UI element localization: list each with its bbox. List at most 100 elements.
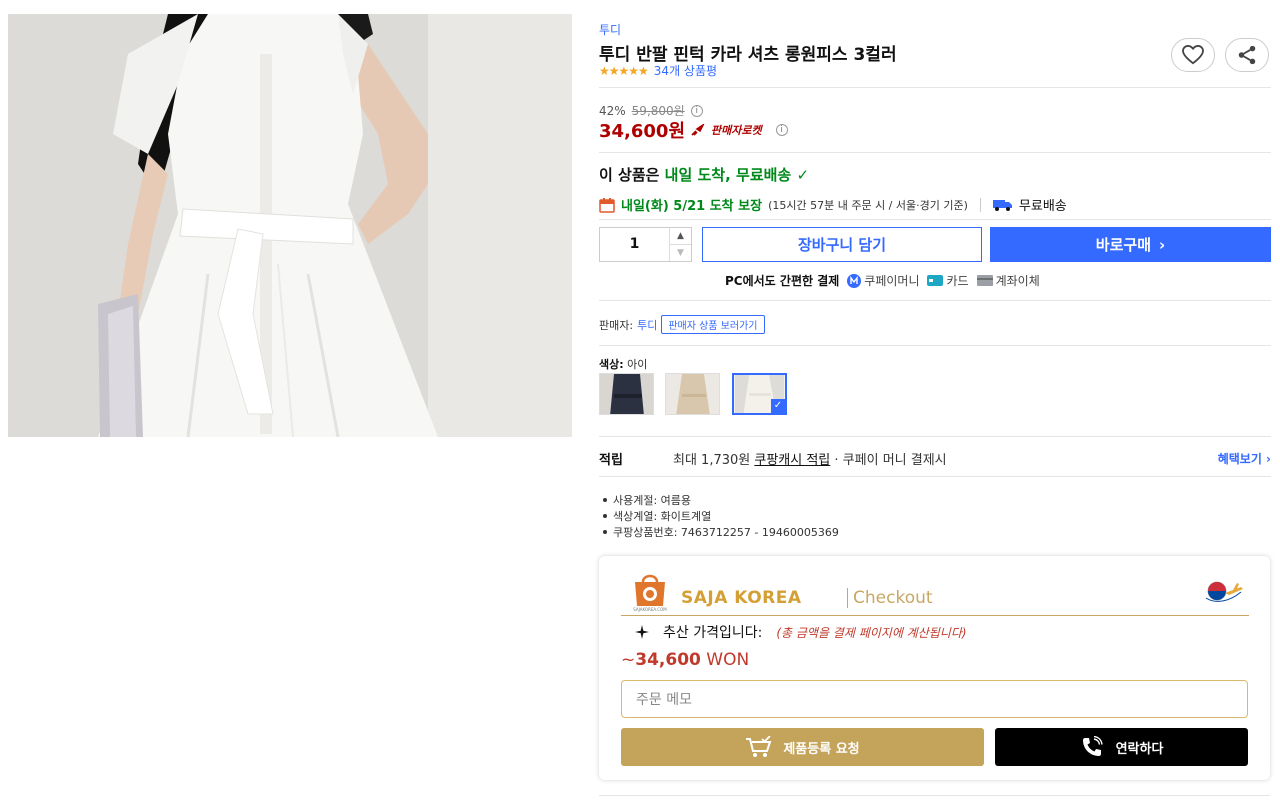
- add-to-cart-button[interactable]: 장바구니 담기: [702, 227, 982, 262]
- saja-logo-icon: SAJAKOREA.COM: [633, 574, 667, 612]
- seller-label: 판매자:: [599, 318, 634, 332]
- arrival-headline: 이 상품은 내일 도착, 무료배송 ✓: [599, 164, 809, 185]
- bank-icon: [976, 275, 993, 286]
- coupay-icon: [847, 273, 862, 288]
- spec-item: 쿠팡상품번호: 7463712257 - 19460005369: [603, 524, 839, 540]
- buy-now-label: 바로구매: [1095, 236, 1151, 254]
- divider: [599, 87, 1271, 88]
- saja-logo-text: SAJAKOREA.COM: [633, 607, 667, 612]
- seller-name-link[interactable]: 투디: [637, 317, 657, 333]
- product-photo-illustration: [8, 14, 572, 437]
- discount-rate: 42%: [599, 103, 626, 118]
- request-registration-label: 제품등록 요청: [783, 741, 860, 757]
- divider: [599, 345, 1271, 346]
- coupay-label: 쿠페이머니: [864, 274, 920, 288]
- bank-label: 계좌이체: [995, 274, 1040, 288]
- divider: [599, 219, 1271, 220]
- color-label: 색상:: [599, 358, 624, 371]
- reward-amount: 최대 1,730원: [673, 453, 751, 468]
- delivery-time-left: (15시간 57분 내 주문 시 / 서울·경기 기준): [768, 198, 968, 212]
- rocket-icon: [691, 124, 705, 136]
- reward-label: 적립: [599, 453, 623, 468]
- buy-now-button[interactable]: 바로구매 ›: [990, 227, 1271, 262]
- view-benefits-link[interactable]: 혜택보기 ›: [1218, 450, 1271, 467]
- price-row: 34,600원 판매자로켓 i: [599, 117, 788, 143]
- request-registration-button[interactable]: 제품등록 요청: [621, 728, 984, 766]
- payment-methods-row: PC에서도 간편한 결제 쿠페이머니 카드 계좌이체: [725, 272, 1040, 289]
- sparkle-icon: [635, 625, 649, 639]
- quantity-value[interactable]: 1: [600, 228, 669, 261]
- delivery-row: 내일(화) 5/21 도착 보장 (15시간 57분 내 주문 시 / 서울·경…: [599, 195, 1067, 214]
- rating-stars: ★★★★★: [599, 63, 649, 78]
- divider: [847, 588, 848, 608]
- arrival-highlight: 내일 도착, 무료배송: [664, 166, 792, 184]
- check-icon: ✓: [796, 166, 810, 184]
- color-value: 아이: [627, 358, 648, 371]
- swatch-image: [666, 374, 719, 414]
- divider: [599, 436, 1271, 437]
- reward-row: 적립 최대 1,730원 쿠팡캐시 적립 · 쿠페이 머니 결제시 혜택보기 ›: [599, 449, 1271, 468]
- saja-checkout-panel: SAJAKOREA.COM SAJA KOREA Checkout 추산 가격입…: [599, 556, 1270, 780]
- color-option-beige[interactable]: [665, 373, 720, 415]
- info-icon[interactable]: i: [775, 124, 788, 136]
- quantity-decrease-button[interactable]: ▼: [670, 244, 691, 261]
- bank-method: 계좌이체: [976, 272, 1040, 289]
- info-icon[interactable]: i: [690, 104, 703, 117]
- review-count-link[interactable]: 34개 상품평: [654, 62, 717, 79]
- share-icon: [1238, 45, 1256, 65]
- color-option-ivory[interactable]: ✓: [732, 373, 787, 415]
- quantity-stepper[interactable]: 1 ▲ ▼: [599, 227, 692, 262]
- cart-icon: [746, 736, 772, 757]
- estimate-note: (총 금액을 결제 페이지에 계산됩니다): [776, 625, 967, 640]
- payment-lead: PC에서도 간편한 결제: [725, 274, 840, 288]
- won-unit: WON: [706, 650, 750, 670]
- chevron-right-icon: ›: [1159, 235, 1166, 254]
- spec-list: 사용계절: 여름용 색상계열: 화이트계열 쿠팡상품번호: 7463712257…: [603, 492, 839, 540]
- quantity-steps: ▲ ▼: [669, 228, 691, 261]
- free-shipping-label: 무료배송: [1018, 199, 1067, 214]
- divider: [599, 300, 1271, 301]
- seller-products-button[interactable]: 판매자 상품 보러가기: [661, 315, 765, 334]
- card-icon: [927, 275, 944, 286]
- delivery-guarantee: 내일(화) 5/21 도착 보장: [621, 199, 763, 214]
- divider: [599, 476, 1271, 477]
- divider: [599, 795, 1270, 800]
- order-memo-input[interactable]: 주문 메모: [621, 680, 1248, 718]
- reward-text: 최대 1,730원 쿠팡캐시 적립 · 쿠페이 머니 결제시: [673, 449, 947, 468]
- coupay-method: 쿠페이머니: [847, 272, 919, 289]
- calendar-icon: [599, 197, 615, 213]
- phone-icon: [1082, 736, 1103, 756]
- divider: [979, 197, 981, 212]
- estimate-label: 추산 가격입니다:: [663, 625, 763, 641]
- contact-button[interactable]: 연락하다: [995, 728, 1248, 766]
- spec-item: 색상계열: 화이트계열: [603, 508, 839, 524]
- saja-header: SAJAKOREA.COM SAJA KOREA Checkout: [621, 572, 1249, 616]
- korea-plane-icon: [1205, 581, 1243, 602]
- truck-icon: [992, 199, 1012, 211]
- divider: [599, 152, 1271, 153]
- estimated-price: ~34,600 WON: [621, 650, 749, 670]
- seller-row: 판매자: 투디 판매자 상품 보러가기: [599, 315, 765, 334]
- sale-price: 34,600원: [599, 121, 686, 142]
- estimate-row: 추산 가격입니다: (총 금액을 결제 페이지에 계산됩니다): [635, 622, 967, 642]
- brand-link[interactable]: 투디: [599, 21, 621, 38]
- won-amount: 34,600: [635, 650, 701, 670]
- check-icon: ✓: [771, 399, 785, 413]
- card-label: 카드: [946, 274, 969, 288]
- contact-label: 연락하다: [1115, 741, 1164, 757]
- card-method: 카드: [927, 272, 969, 289]
- reward-suffix: · 쿠페이 머니 결제시: [834, 453, 947, 468]
- rocket-badge: 판매자로켓: [711, 124, 762, 137]
- saja-checkout-title: Checkout: [853, 588, 933, 608]
- quantity-increase-button[interactable]: ▲: [670, 228, 691, 244]
- color-option-navy[interactable]: [599, 373, 654, 415]
- reward-cash-link[interactable]: 쿠팡캐시 적립: [754, 453, 830, 468]
- product-main-image[interactable]: [8, 14, 572, 437]
- heart-icon: [1182, 45, 1204, 65]
- spec-item: 사용계절: 여름용: [603, 492, 839, 508]
- rating-row: ★★★★★ 34개 상품평: [599, 62, 717, 79]
- wishlist-button[interactable]: [1171, 38, 1215, 72]
- share-button[interactable]: [1225, 38, 1269, 72]
- swatch-image: [600, 374, 653, 414]
- color-label-row: 색상: 아이: [599, 356, 647, 372]
